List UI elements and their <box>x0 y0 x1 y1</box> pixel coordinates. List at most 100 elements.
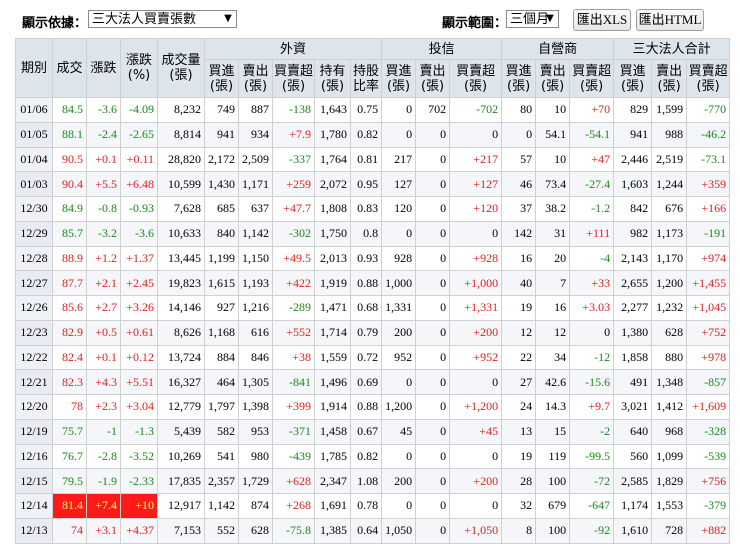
cell-trust-buy: 1,050 <box>381 517 417 544</box>
cell-volume: 12,779 <box>157 394 205 420</box>
cell-date: 12/22 <box>15 344 53 371</box>
cell-foreign-ratio: 0.83 <box>349 196 383 222</box>
cell-foreign-buy: 685 <box>204 196 239 222</box>
cell-change-pct: +0.11 <box>120 146 158 173</box>
cell-dealer-sell: 16 <box>535 295 571 321</box>
cell-change: +5.5 <box>86 171 121 197</box>
export-html-button[interactable]: 匯出HTML <box>636 9 704 31</box>
display-by-label: 顯示依據： <box>22 16 88 31</box>
cell-dealer-net: -12 <box>569 344 615 371</box>
cell-volume: 8,626 <box>157 319 205 346</box>
cell-trust-buy: 200 <box>381 319 417 346</box>
cell-dealer-net: -1.2 <box>569 196 615 222</box>
cell-total-buy: 560 <box>613 443 653 470</box>
cell-dealer-buy: 8 <box>501 517 537 544</box>
cell-total-net: -379 <box>686 493 731 519</box>
cell-foreign-ratio: 0.69 <box>349 369 383 395</box>
cell-foreign-buy: 749 <box>204 97 239 123</box>
cell-change-pct: -2.33 <box>120 468 158 494</box>
cell-foreign-net: +49.5 <box>272 245 315 272</box>
cell-total-buy: 1,174 <box>613 493 653 519</box>
cell-dealer-sell: 31 <box>535 220 571 247</box>
cell-foreign-sell: 637 <box>238 196 273 222</box>
cell-total-net: -191 <box>686 220 731 247</box>
col-trust-net: 買賣超 (張) <box>449 59 503 98</box>
cell-close: 90.5 <box>52 146 87 173</box>
cell-dealer-buy: 27 <box>501 369 537 395</box>
cell-trust-sell: 702 <box>415 97 451 123</box>
cell-total-buy: 1,603 <box>613 171 653 197</box>
cell-change: +0.1 <box>86 146 121 173</box>
toolbar: 顯示依據： 三大法人買賣張數 ▼ 顯示範圍： 三個月 ▼ 匯出XLS 匯出HTM… <box>0 0 740 38</box>
display-by-select[interactable]: 三大法人買賣張數 ▼ <box>88 10 237 28</box>
range-select[interactable]: 三個月 ▼ <box>506 10 559 28</box>
cell-date: 01/03 <box>15 171 53 197</box>
cell-close: 82.9 <box>52 319 87 346</box>
cell-trust-net: +200 <box>449 468 503 494</box>
cell-total-buy: 2,143 <box>613 245 653 272</box>
cell-dealer-buy: 0 <box>501 121 537 148</box>
cell-foreign-buy: 1,142 <box>204 493 239 519</box>
cell-foreign-holding: 1,914 <box>314 394 351 420</box>
cell-close: 78 <box>52 394 87 420</box>
cell-total-sell: 2,519 <box>651 146 688 173</box>
cell-foreign-sell: 980 <box>238 443 273 470</box>
cell-foreign-ratio: 0.67 <box>349 418 383 445</box>
cell-total-net: +359 <box>686 171 731 197</box>
cell-dealer-buy: 19 <box>501 443 537 470</box>
cell-volume: 28,820 <box>157 146 205 173</box>
cell-dealer-buy: 37 <box>501 196 537 222</box>
cell-trust-buy: 200 <box>381 468 417 494</box>
cell-foreign-holding: 2,347 <box>314 468 351 494</box>
cell-foreign-holding: 1,750 <box>314 220 351 247</box>
cell-total-net: +756 <box>686 468 731 494</box>
chevron-down-icon: ▼ <box>546 13 554 24</box>
cell-trust-buy: 217 <box>381 146 417 173</box>
cell-total-buy: 1,858 <box>613 344 653 371</box>
cell-dealer-sell: 10 <box>535 97 571 123</box>
cell-foreign-sell: 1,729 <box>238 468 273 494</box>
cell-dealer-buy: 22 <box>501 344 537 371</box>
cell-foreign-holding: 2,072 <box>314 171 351 197</box>
cell-trust-net: 0 <box>449 121 503 148</box>
cell-total-sell: 676 <box>651 196 688 222</box>
cell-volume: 17,835 <box>157 468 205 494</box>
export-xls-button[interactable]: 匯出XLS <box>573 9 631 31</box>
cell-foreign-ratio: 0.8 <box>349 220 383 247</box>
cell-change: -2.4 <box>86 121 121 148</box>
cell-volume: 12,917 <box>157 493 205 519</box>
cell-foreign-net: -138 <box>272 97 315 123</box>
cell-total-buy: 2,655 <box>613 270 653 296</box>
cell-trust-buy: 1,000 <box>381 270 417 296</box>
cell-foreign-net: -841 <box>272 369 315 395</box>
cell-trust-sell: 0 <box>415 517 451 544</box>
chevron-down-icon: ▼ <box>224 13 232 24</box>
cell-volume: 7,628 <box>157 196 205 222</box>
cell-date: 12/15 <box>15 468 53 494</box>
cell-total-net: +978 <box>686 344 731 371</box>
table-row: 12/13 74 +3.1 +4.37 7,153 552 628 -75.8 1,385 0.6… <box>15 517 731 544</box>
cell-change-pct: +3.26 <box>120 295 158 321</box>
cell-change: +0.1 <box>86 344 121 371</box>
cell-foreign-holding: 1,643 <box>314 97 351 123</box>
cell-trust-net: +1,050 <box>449 517 503 544</box>
cell-total-sell: 1,170 <box>651 245 688 272</box>
cell-change-pct: +5.51 <box>120 369 158 395</box>
cell-dealer-buy: 142 <box>501 220 537 247</box>
cell-date: 01/05 <box>15 121 53 148</box>
cell-volume: 16,327 <box>157 369 205 395</box>
cell-foreign-net: +7.9 <box>272 121 315 148</box>
cell-dealer-sell: 20 <box>535 245 571 272</box>
cell-foreign-sell: 1,171 <box>238 171 273 197</box>
cell-foreign-net: +259 <box>272 171 315 197</box>
cell-foreign-buy: 1,430 <box>204 171 239 197</box>
cell-trust-net: 0 <box>449 220 503 247</box>
cell-trust-net: +127 <box>449 171 503 197</box>
cell-foreign-sell: 2,509 <box>238 146 273 173</box>
cell-foreign-buy: 927 <box>204 295 239 321</box>
cell-change-pct: +2.45 <box>120 270 158 296</box>
cell-volume: 13,724 <box>157 344 205 371</box>
cell-trust-net: +45 <box>449 418 503 445</box>
cell-total-buy: 842 <box>613 196 653 222</box>
institutional-trading-table: 期別 成交 漲跌 漲跌 (%) 成交量 (張) 外資 投信 自營商 三大法人合計 買… <box>15 38 731 544</box>
